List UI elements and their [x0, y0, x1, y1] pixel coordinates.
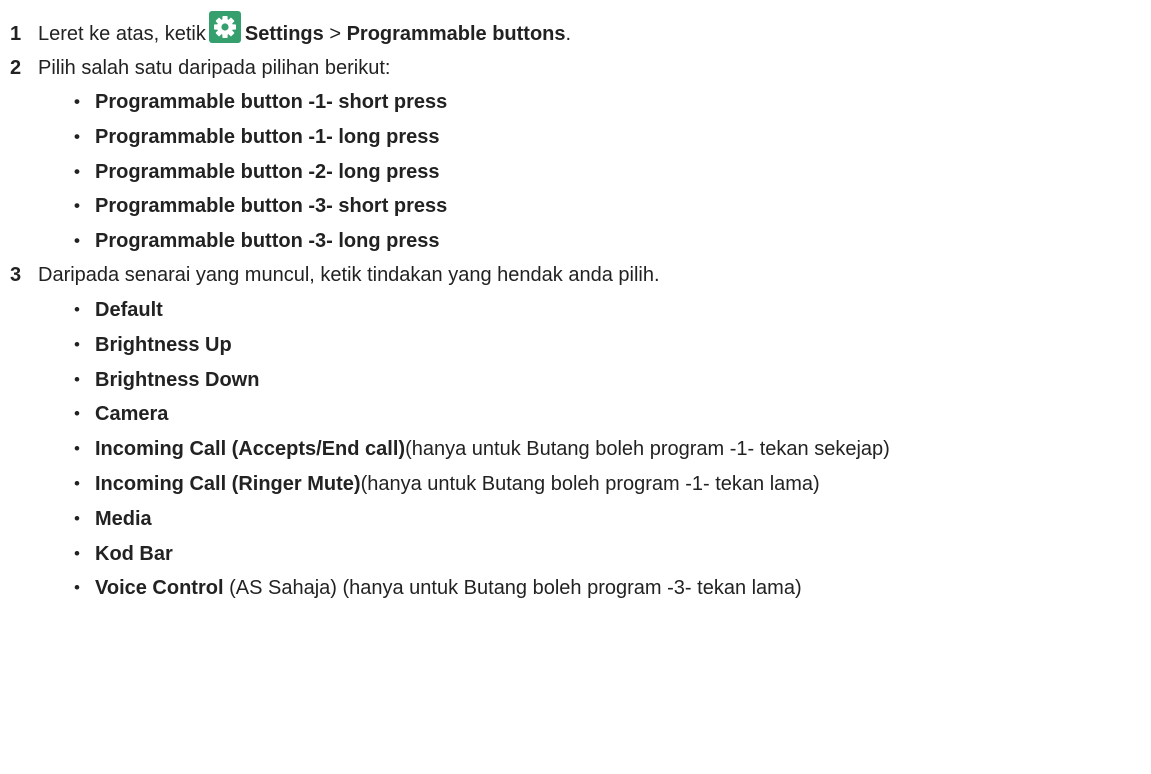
- step-number: 2: [10, 56, 22, 79]
- list-item: Voice Control (AS Sahaja) (hanya untuk B…: [74, 571, 1151, 606]
- actions-list: Default Brightness Up Brightness Down Ca…: [10, 293, 1151, 606]
- settings-gear-icon: [208, 11, 241, 43]
- list-item: Programmable button -3- short press: [74, 189, 1151, 224]
- step-number: 3: [10, 264, 22, 287]
- step-number: 1: [10, 22, 22, 45]
- list-item: Programmable button -1- long press: [74, 120, 1151, 155]
- list-item: Media: [74, 502, 1151, 537]
- list-item: Brightness Up: [74, 328, 1151, 363]
- step-2: 2 Pilih salah satu daripada pilihan beri…: [10, 51, 1151, 85]
- list-item: Incoming Call (Accepts/End call)(hanya u…: [74, 432, 1151, 467]
- list-item: Brightness Down: [74, 363, 1151, 398]
- instructions-document: 1 Leret ke atas, ketik Settings > Progra…: [0, 0, 1151, 606]
- list-item: Incoming Call (Ringer Mute)(hanya untuk …: [74, 467, 1151, 502]
- menu-label: Programmable buttons: [346, 22, 566, 45]
- list-item: Programmable button -2- long press: [74, 155, 1151, 190]
- list-item: Default: [74, 293, 1151, 328]
- step-text: Leret ke atas, ketik: [38, 22, 206, 45]
- step-3: 3 Daripada senarai yang muncul, ketik ti…: [10, 259, 1151, 293]
- button-options-list: Programmable button -1- short press Prog…: [10, 85, 1151, 259]
- list-item: Camera: [74, 397, 1151, 432]
- separator: >: [329, 22, 342, 45]
- list-item: Programmable button -1- short press: [74, 85, 1151, 120]
- list-item: Programmable button -3- long press: [74, 224, 1151, 259]
- step-1: 1 Leret ke atas, ketik Settings > Progra…: [10, 11, 1151, 51]
- step-text: Daripada senarai yang muncul, ketik tind…: [38, 264, 660, 287]
- settings-label: Settings: [244, 22, 324, 45]
- list-item: Kod Bar: [74, 537, 1151, 572]
- period: .: [565, 22, 572, 45]
- step-text: Pilih salah satu daripada pilihan beriku…: [38, 56, 391, 79]
